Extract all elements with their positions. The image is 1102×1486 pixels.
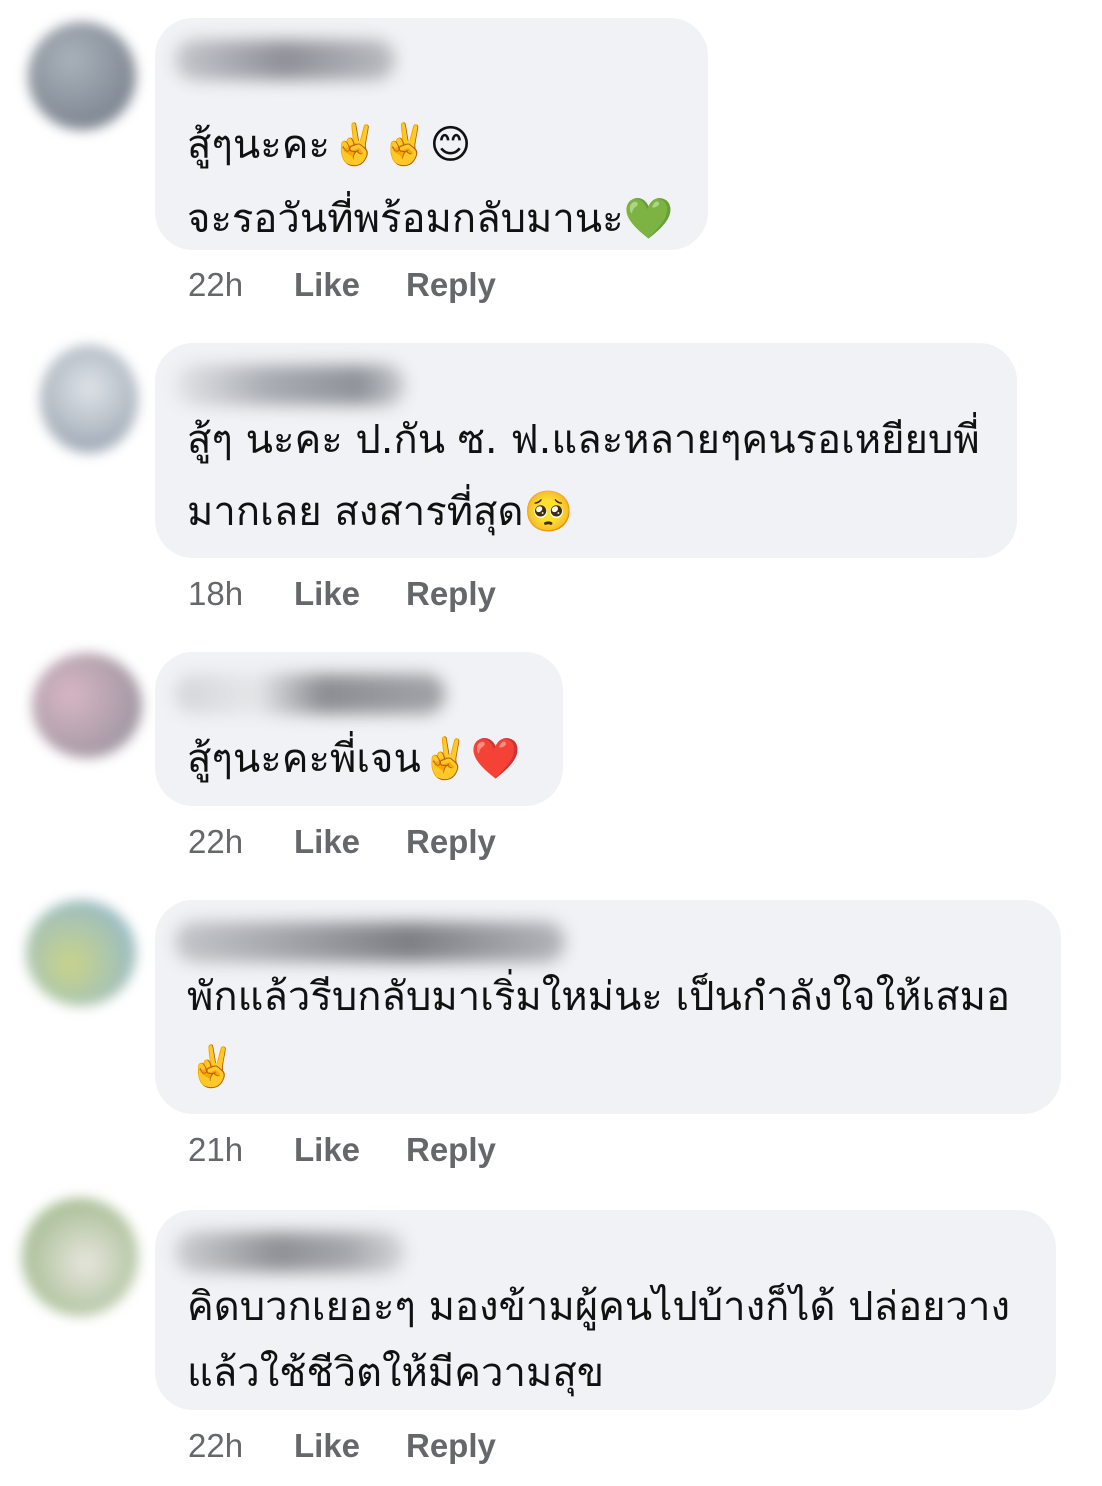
comment-bubble: พักแล้วรีบกลับมาเริ่มใหม่นะ เป็นกำลังใจใ…: [155, 900, 1061, 1114]
reply-button[interactable]: Reply: [406, 266, 496, 304]
timestamp: 22h: [188, 823, 244, 860]
avatar[interactable]: [32, 653, 142, 758]
comment-bubble: สู้ๆ นะคะ ป.กัน ซ. ฟ.และหลายๆคนรอเหยียบพ…: [155, 343, 1017, 558]
commenter-name[interactable]: [175, 40, 395, 80]
timestamp: 21h: [188, 1131, 244, 1168]
reply-button[interactable]: Reply: [406, 1131, 496, 1169]
comment-text-line: พักแล้วรีบกลับมาเริ่มใหม่นะ เป็นกำลังใจใ…: [187, 974, 1010, 1020]
comment-actions: 18h Like Reply: [188, 575, 496, 613]
commenter-name[interactable]: [175, 674, 445, 714]
like-button[interactable]: Like: [294, 823, 406, 861]
commenter-name[interactable]: [175, 365, 405, 405]
reply-button[interactable]: Reply: [406, 1427, 496, 1465]
timestamp: 18h: [188, 575, 244, 612]
avatar[interactable]: [40, 345, 138, 453]
comment-bubble: สู้ๆนะคะพี่เจน✌️❤️: [155, 652, 563, 806]
comment-actions: 22h Like Reply: [188, 823, 496, 861]
like-button[interactable]: Like: [294, 1427, 406, 1465]
comment-actions: 21h Like Reply: [188, 1131, 496, 1169]
comment-text-line: จะรอวันที่พร้อมกลับมานะ💚: [187, 196, 674, 242]
like-button[interactable]: Like: [294, 575, 406, 613]
timestamp: 22h: [188, 266, 244, 303]
avatar[interactable]: [26, 900, 136, 1006]
like-button[interactable]: Like: [294, 266, 406, 304]
avatar[interactable]: [22, 1198, 138, 1316]
comment-text-line: แล้วใช้ชีวิตให้มีความสุข: [187, 1350, 605, 1396]
comment-actions: 22h Like Reply: [188, 266, 496, 304]
avatar[interactable]: [28, 22, 136, 130]
reply-button[interactable]: Reply: [406, 575, 496, 613]
comment-text-line: มากเลย สงสารที่สุด🥺: [187, 489, 574, 535]
comment-bubble: คิดบวกเยอะๆ มองข้ามผู้คนไปบ้างก็ได้ ปล่อ…: [155, 1210, 1056, 1410]
comment-text-line: ✌️: [187, 1044, 237, 1090]
timestamp: 22h: [188, 1427, 244, 1464]
comment-text-line: สู้ๆนะคะ✌️✌️😊: [187, 122, 472, 168]
commenter-name[interactable]: [175, 922, 565, 962]
comment-text-line: สู้ๆนะคะพี่เจน✌️❤️: [187, 736, 521, 782]
comment-text-line: คิดบวกเยอะๆ มองข้ามผู้คนไปบ้างก็ได้ ปล่อ…: [187, 1284, 1010, 1330]
reply-button[interactable]: Reply: [406, 823, 496, 861]
comment-actions: 22h Like Reply: [188, 1427, 496, 1465]
comment-text-line: สู้ๆ นะคะ ป.กัน ซ. ฟ.และหลายๆคนรอเหยียบพ…: [187, 417, 980, 463]
comment-bubble: สู้ๆนะคะ✌️✌️😊 จะรอวันที่พร้อมกลับมานะ💚: [155, 18, 708, 250]
like-button[interactable]: Like: [294, 1131, 406, 1169]
commenter-name[interactable]: [175, 1232, 405, 1272]
